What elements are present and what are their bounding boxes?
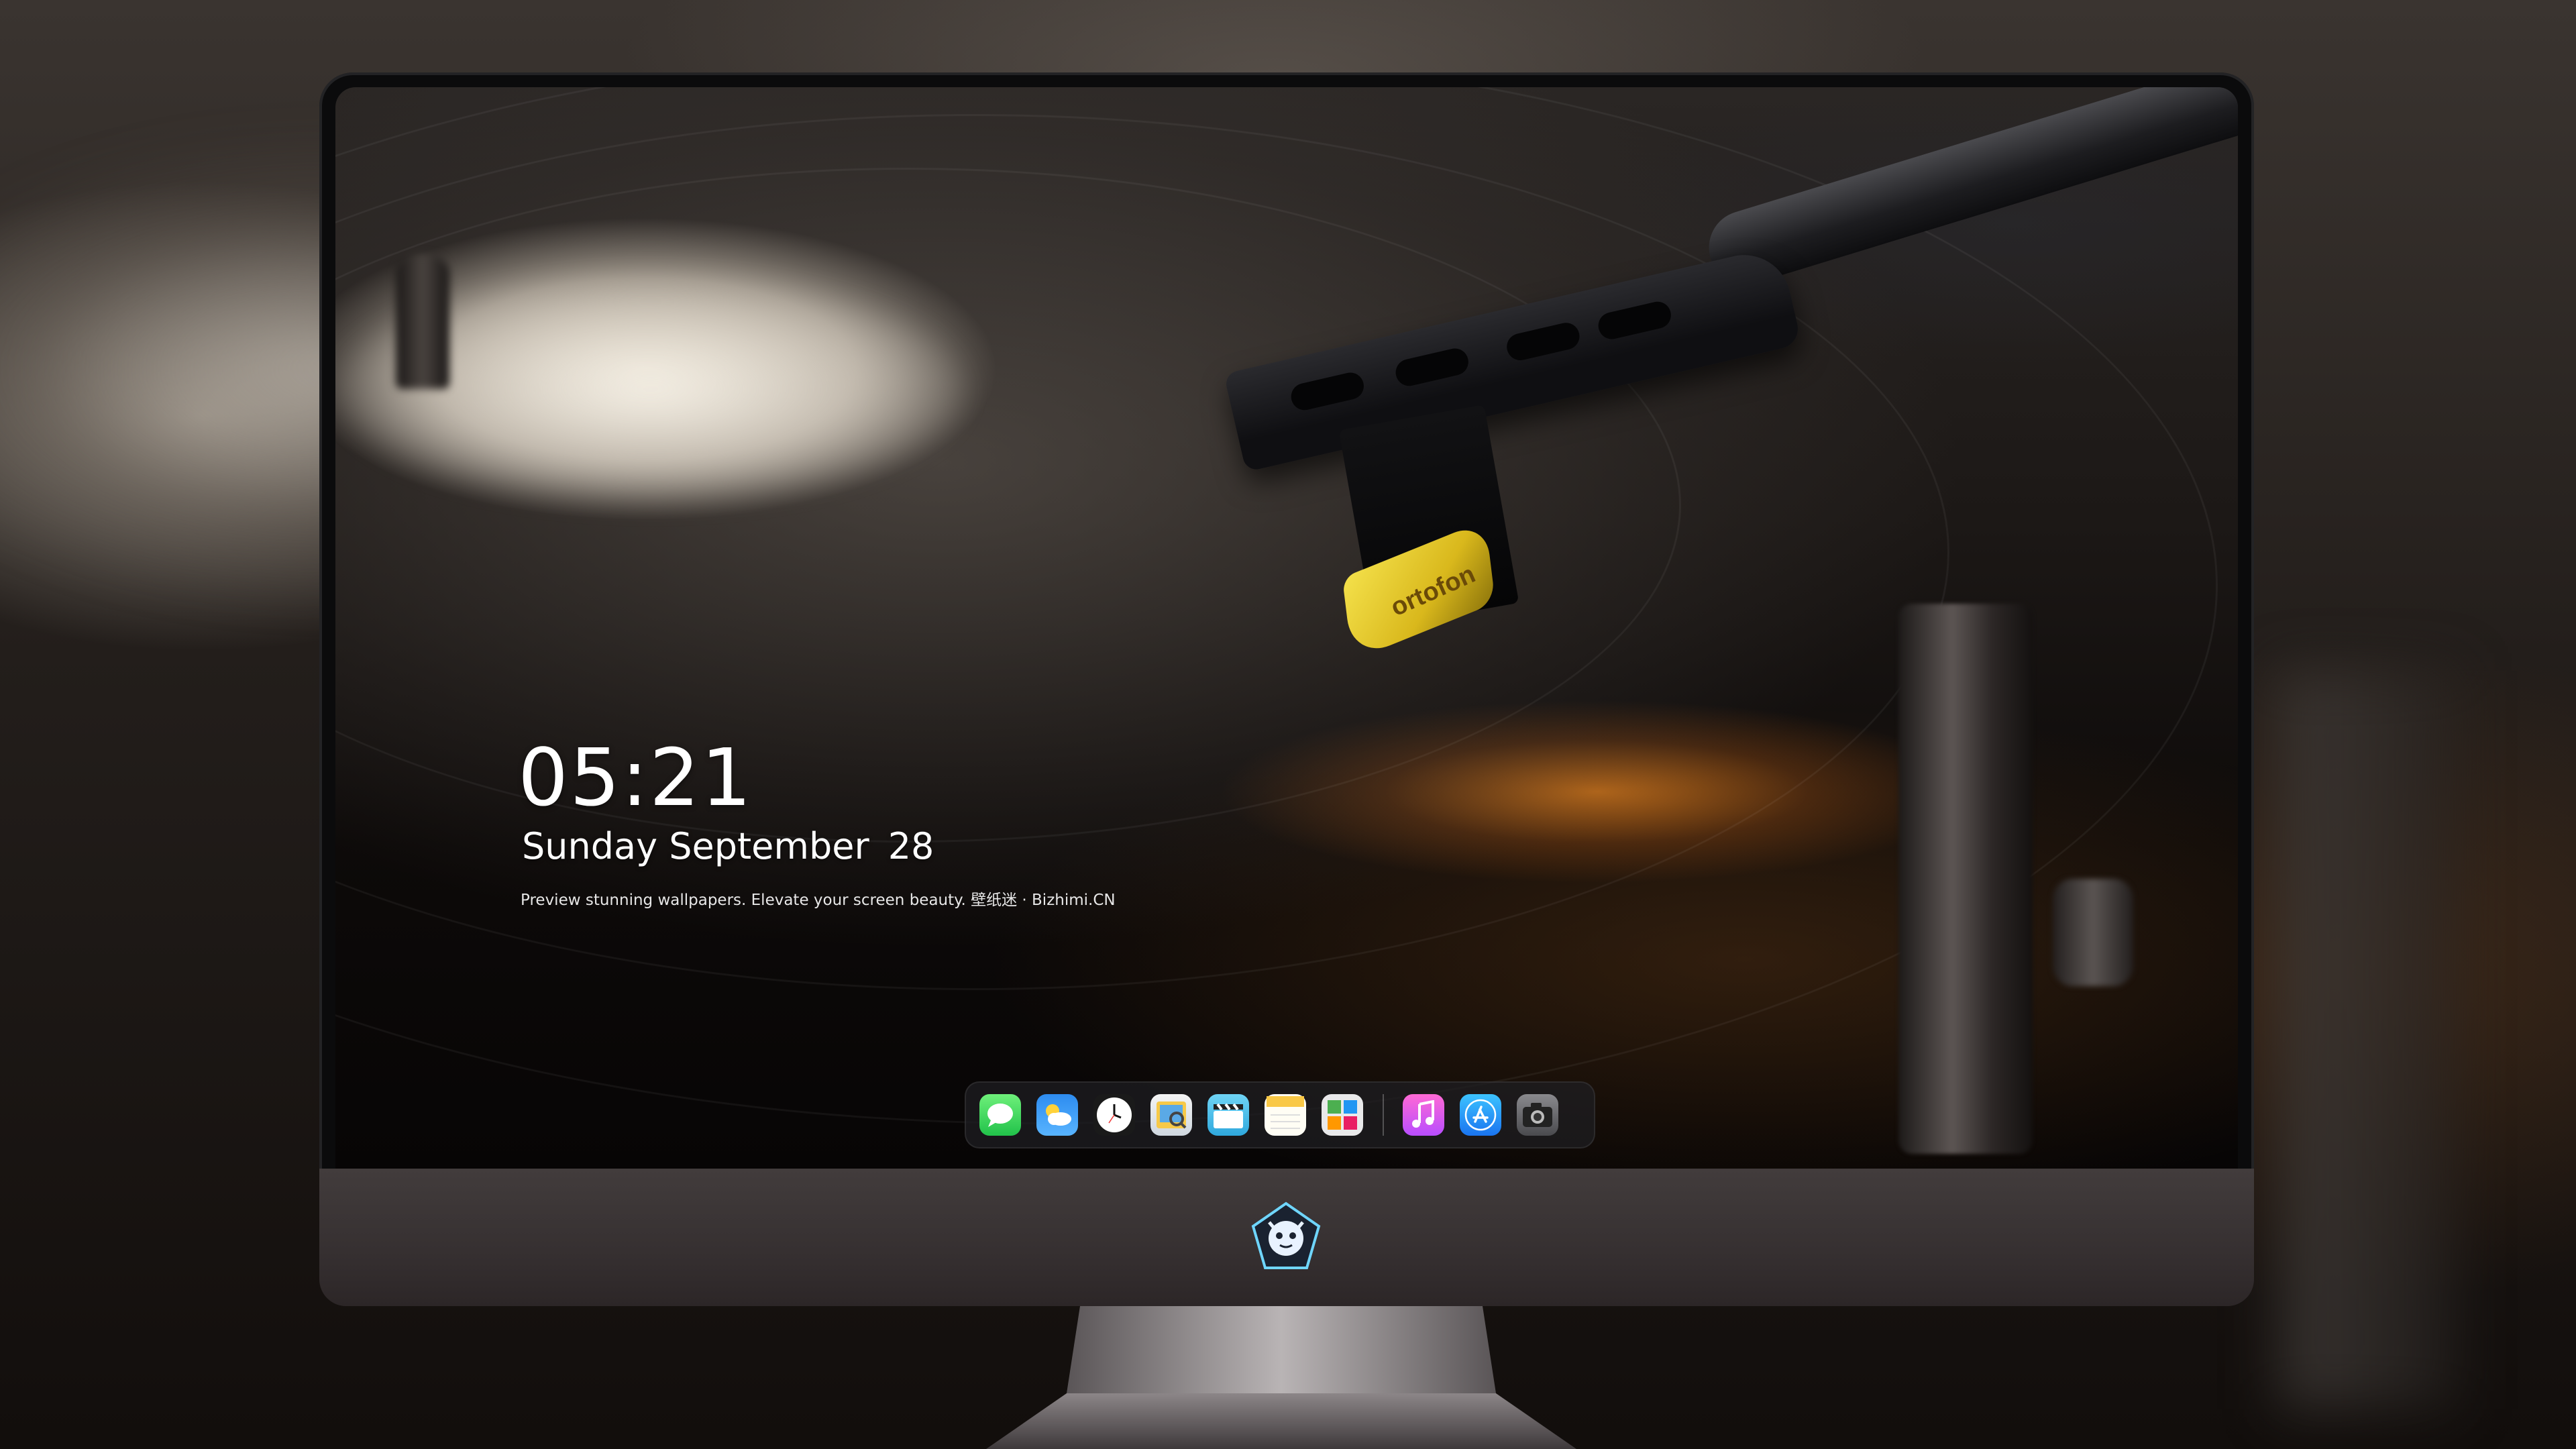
background-post-blur xyxy=(2281,671,2455,1409)
turntable-post xyxy=(1898,604,2033,1154)
dock-app-clock[interactable] xyxy=(1093,1094,1135,1136)
desktop-scene: ortofon 05:21 Sunday September 28 Preview… xyxy=(0,0,2576,1449)
lock-screen-tagline: Preview stunning wallpapers. Elevate you… xyxy=(521,892,1116,909)
dock-app-music[interactable] xyxy=(1403,1094,1444,1136)
dock-separator xyxy=(1383,1094,1384,1136)
clock-icon xyxy=(1097,1097,1132,1132)
weather-icon xyxy=(1046,1104,1071,1126)
dock-app-screenshot[interactable] xyxy=(1517,1094,1558,1136)
date-day: 28 xyxy=(888,825,934,867)
dock-app-photo-booth[interactable] xyxy=(1322,1094,1363,1136)
headshell-slot xyxy=(1393,345,1471,389)
clapper-icon xyxy=(1214,1103,1243,1128)
dock-app-clips[interactable] xyxy=(1208,1094,1249,1136)
messages-icon xyxy=(987,1104,1013,1127)
turntable-knob xyxy=(2053,879,2133,986)
imac-screen: ortofon 05:21 Sunday September 28 Preview… xyxy=(335,87,2238,1169)
music-icon xyxy=(1412,1100,1434,1128)
mascot-logo-icon xyxy=(1251,1201,1321,1269)
preview-icon xyxy=(1157,1102,1187,1129)
app-store-icon xyxy=(1464,1099,1497,1131)
dock xyxy=(965,1081,1595,1148)
date-weekday-month: Sunday September xyxy=(522,825,869,867)
headshell-slot xyxy=(1288,370,1366,413)
dock-app-app-store[interactable] xyxy=(1460,1094,1501,1136)
dock-app-messages[interactable] xyxy=(979,1094,1021,1136)
dock-app-notes[interactable] xyxy=(1265,1094,1306,1136)
dock-app-weather[interactable] xyxy=(1036,1094,1078,1136)
headshell-slot xyxy=(1504,320,1582,363)
notes-icon xyxy=(1267,1096,1304,1129)
dock-app-preview[interactable] xyxy=(1150,1094,1192,1136)
lock-screen-date: Sunday September 28 xyxy=(522,825,934,867)
record-spindle xyxy=(396,255,449,389)
camera-icon xyxy=(1523,1103,1552,1127)
imac-stand xyxy=(986,1306,1576,1449)
headshell-slot xyxy=(1595,299,1674,342)
lock-screen-time: 05:21 xyxy=(518,731,753,824)
photo-booth-icon xyxy=(1328,1100,1357,1130)
